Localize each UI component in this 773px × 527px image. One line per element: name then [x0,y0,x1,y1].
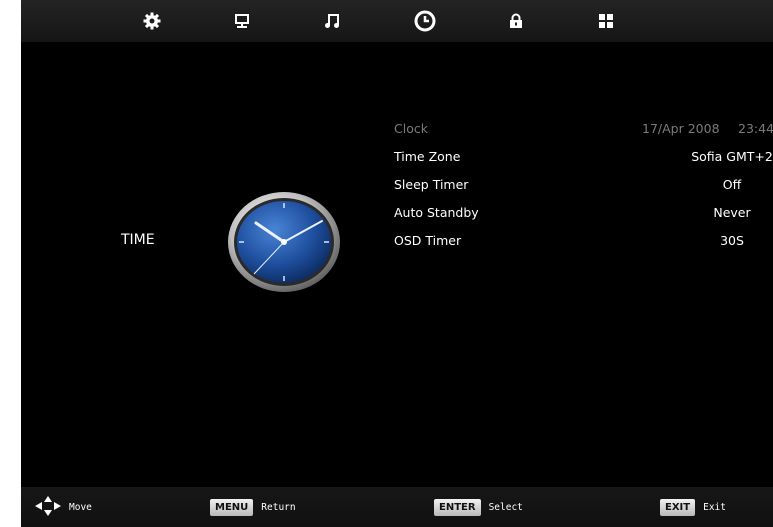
tab-sound[interactable] [317,7,347,35]
tab-picture[interactable] [137,7,167,35]
time-zone-value: Sofia GMT+2 [691,149,773,164]
tab-setup[interactable] [591,7,621,35]
sleep-timer-label: Sleep Timer [394,177,469,192]
menu-row-auto-standby[interactable]: Auto Standby Never [394,202,773,230]
tab-time[interactable] [410,7,440,35]
tab-display[interactable] [227,7,257,35]
auto-standby-label: Auto Standby [394,205,479,220]
select-label: Select [488,501,523,513]
grid-icon [598,13,614,29]
sleep-timer-value: Off [722,177,742,192]
clock-icon [414,10,436,32]
key-hint-bar: Move MENU Return ENTER Select EXIT Exit [21,487,773,527]
osd-timer-value: 30S [720,233,744,248]
osd-timer-label: OSD Timer [394,233,462,248]
lock-icon [508,13,524,29]
hint-enter-select: ENTER Select [434,487,523,527]
clock-time: 23:44 [738,121,773,136]
clock-label: Clock [394,121,428,136]
monitor-icon [234,13,250,29]
menu-row-sleep-timer[interactable]: Sleep Timer Off [394,174,773,202]
hint-exit: EXIT Exit [660,487,726,527]
menu-key: MENU [210,498,254,516]
auto-standby-value: Never [713,205,751,220]
dpad-icon [35,495,61,519]
hint-move: Move [35,487,92,527]
exit-key: EXIT [660,498,696,516]
music-note-icon [324,13,340,29]
menu-row-time-zone[interactable]: Time Zone Sofia GMT+2 [394,146,773,174]
return-label: Return [261,501,296,513]
menu-tab-bar [21,0,773,42]
section-title: TIME [121,232,155,248]
hint-menu-return: MENU Return [210,487,296,527]
menu-row-osd-timer[interactable]: OSD Timer 30S [394,230,773,258]
move-label: Move [69,501,92,513]
tv-osd-screen: TIME Clock 17/Apr 2008 23:44 Time Zone S… [21,0,773,527]
clock-date: 17/Apr 2008 [642,121,720,136]
time-zone-label: Time Zone [394,149,461,164]
enter-key: ENTER [434,498,481,516]
analog-clock-graphic [226,190,342,294]
gear-icon [143,12,161,30]
tab-lock[interactable] [501,7,531,35]
time-settings-menu: Clock 17/Apr 2008 23:44 Time Zone Sofia … [394,118,773,258]
menu-row-clock: Clock 17/Apr 2008 23:44 [394,118,773,146]
exit-label: Exit [703,501,726,513]
